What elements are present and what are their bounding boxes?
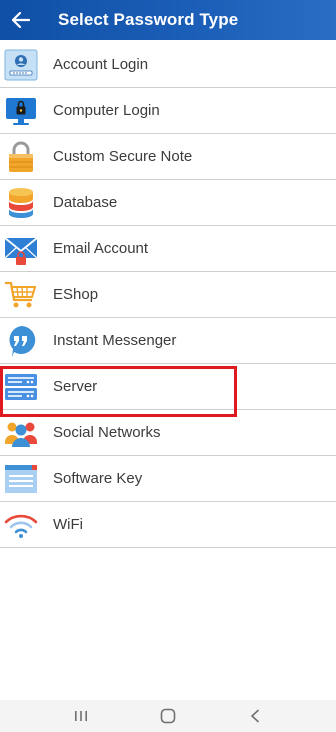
list-item-label: WiFi xyxy=(53,516,83,533)
list-item-label: Database xyxy=(53,194,118,211)
database-icon xyxy=(1,183,41,223)
list-item-label: Account Login xyxy=(53,56,149,73)
padlock-icon xyxy=(1,137,41,177)
list-item-email-account[interactable]: Email Account xyxy=(0,226,336,272)
arrow-left-icon xyxy=(12,12,30,28)
list-item-label: Computer Login xyxy=(53,102,160,119)
home-icon xyxy=(160,708,176,724)
recents-icon xyxy=(75,711,88,721)
list-item-eshop[interactable]: EShop xyxy=(0,272,336,318)
list-item-label: Server xyxy=(53,378,98,395)
people-icon xyxy=(1,413,41,453)
recents-button[interactable] xyxy=(61,704,101,728)
list-item-label: EShop xyxy=(53,286,99,303)
shopping-cart-icon xyxy=(1,275,41,315)
list-item-instant-messenger[interactable]: Instant Messenger xyxy=(0,318,336,364)
list-item-label: Custom Secure Note xyxy=(53,148,193,165)
list-item-label: Email Account xyxy=(53,240,149,257)
list-item-software-key[interactable]: Software Key xyxy=(0,456,336,502)
server-icon xyxy=(1,367,41,407)
list-item-database[interactable]: Database xyxy=(0,180,336,226)
back-nav-icon xyxy=(250,709,259,723)
page-title: Select Password Type xyxy=(58,10,239,29)
computer-login-icon xyxy=(1,91,41,131)
system-nav-bar xyxy=(0,700,336,732)
password-type-list: Account Login Computer Login Custom Secu… xyxy=(0,42,336,548)
chat-bubble-icon xyxy=(1,321,41,361)
app-header: Select Password Type xyxy=(0,0,336,40)
wifi-icon xyxy=(1,505,41,545)
email-icon xyxy=(1,229,41,269)
list-item-label: Social Networks xyxy=(53,424,161,441)
list-item-label: Instant Messenger xyxy=(53,332,177,349)
software-key-icon xyxy=(1,459,41,499)
list-item-account-login[interactable]: Account Login xyxy=(0,42,336,88)
list-item-computer-login[interactable]: Computer Login xyxy=(0,88,336,134)
back-button[interactable] xyxy=(1,0,41,40)
list-item-social-networks[interactable]: Social Networks xyxy=(0,410,336,456)
list-item-wifi[interactable]: WiFi xyxy=(0,502,336,548)
home-button[interactable] xyxy=(148,704,188,728)
list-item-server[interactable]: Server xyxy=(0,364,336,417)
back-nav-button[interactable] xyxy=(235,704,275,728)
list-item-custom-secure-note[interactable]: Custom Secure Note xyxy=(0,134,336,180)
app-screen: Select Password Type Account Login Compu… xyxy=(0,0,336,732)
list-item-label: Software Key xyxy=(53,470,143,487)
account-login-icon xyxy=(1,45,41,85)
